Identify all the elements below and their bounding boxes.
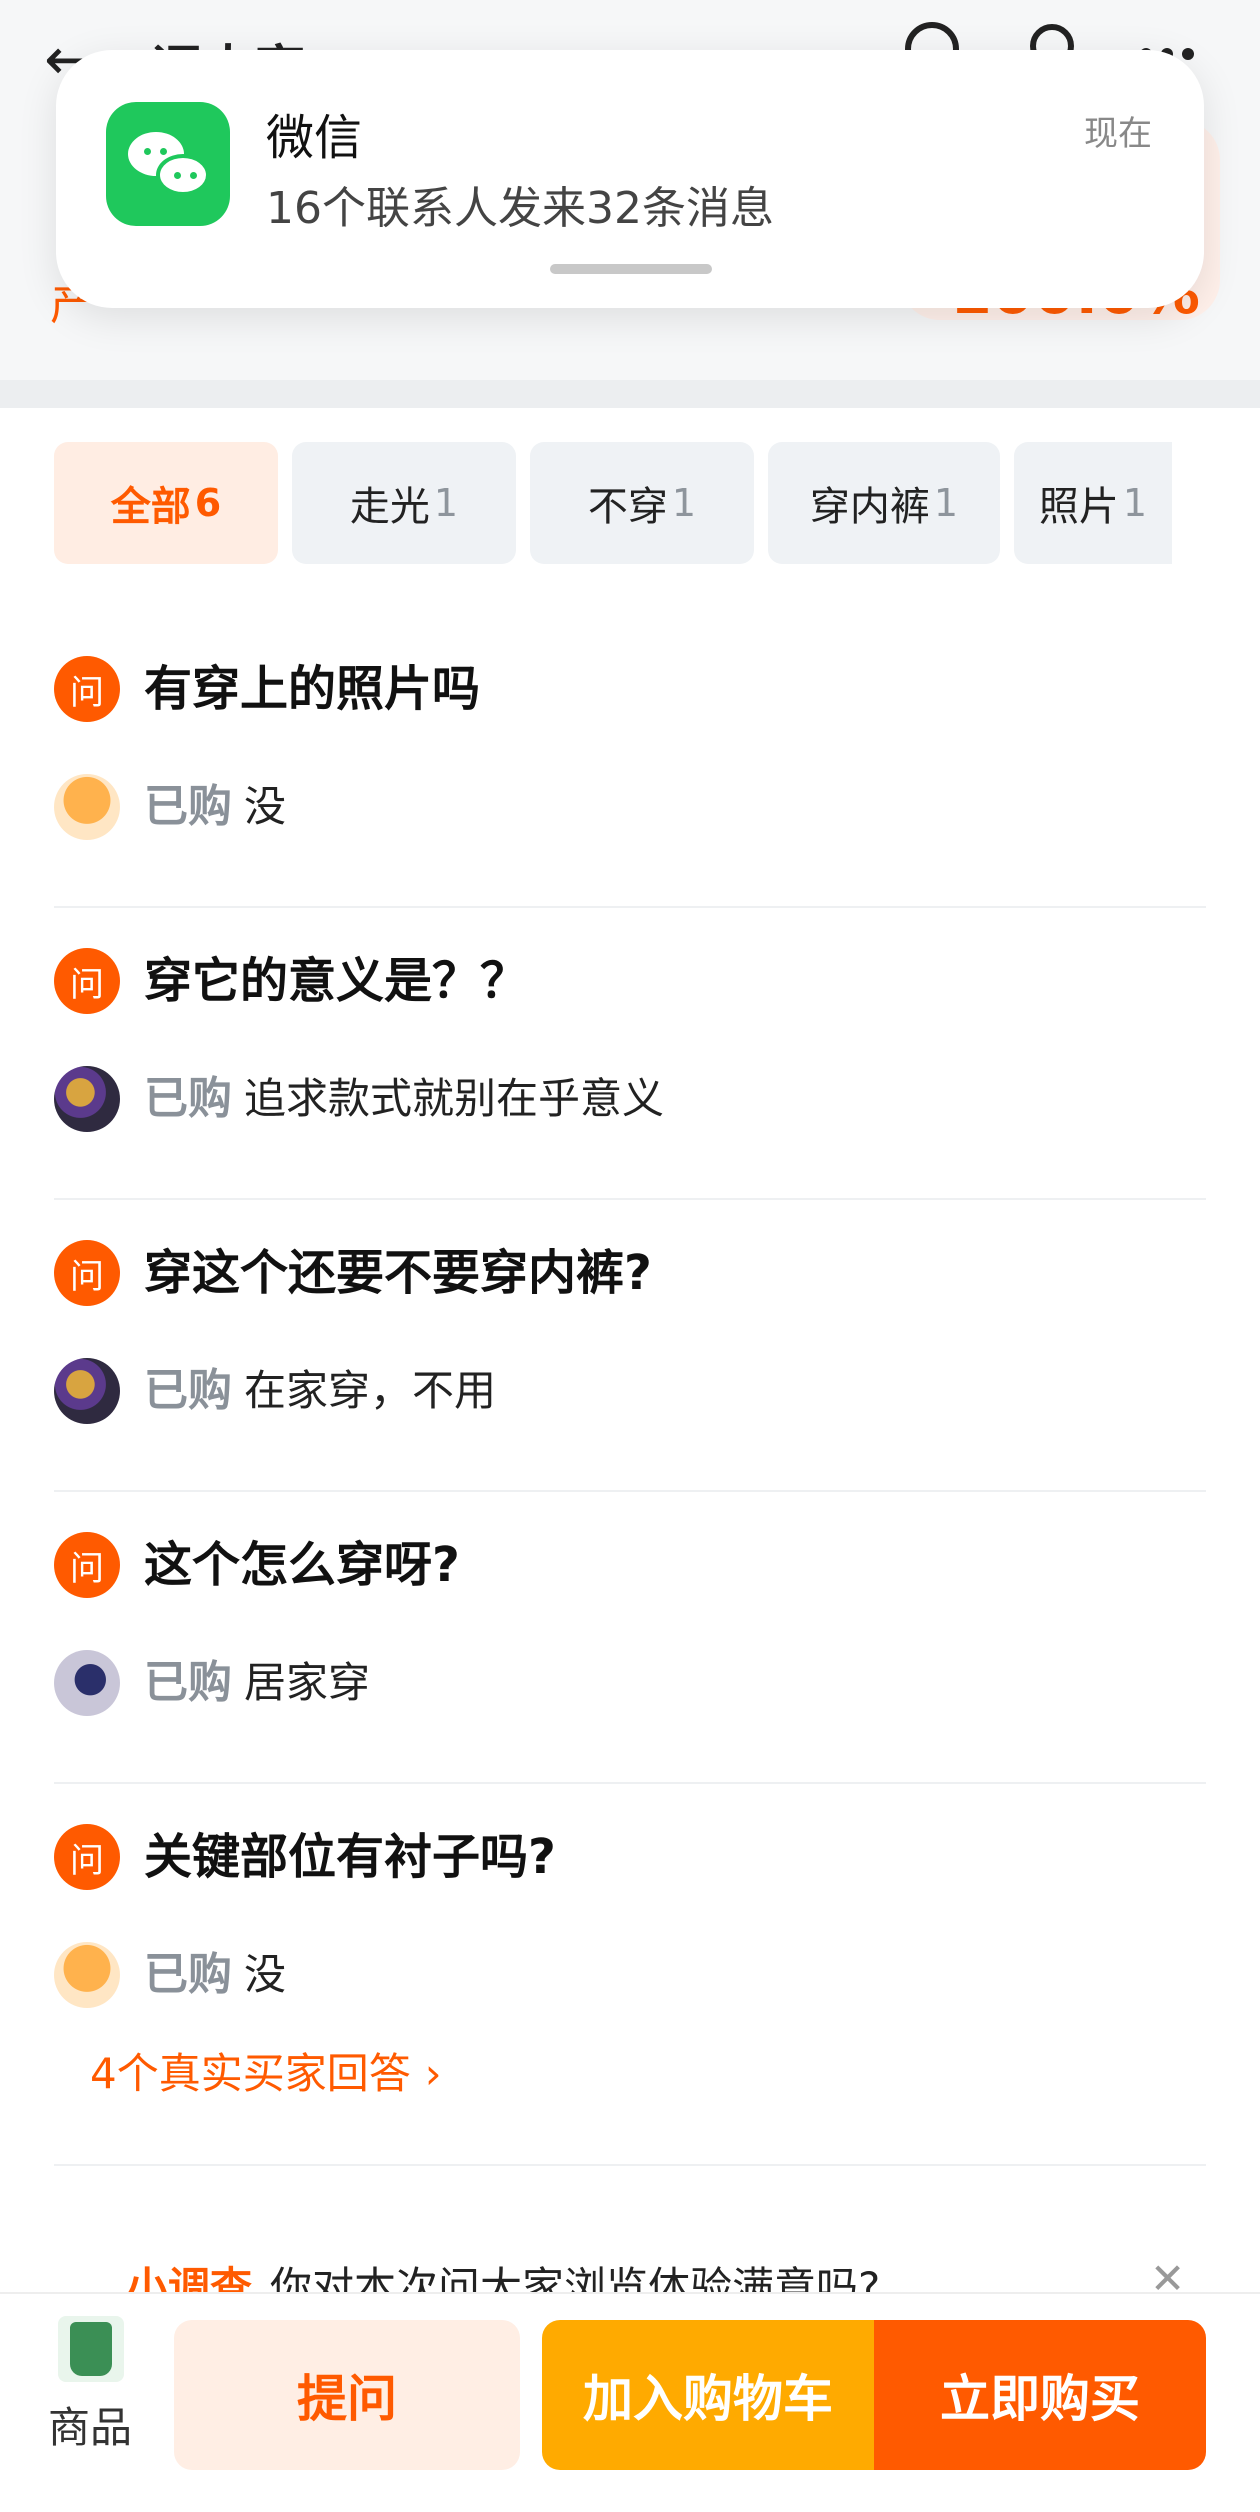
tab-count: 1 — [433, 481, 459, 525]
qa-item[interactable]: 问 关键部位有衬子吗? 已购 没 — [54, 1784, 1206, 2076]
qa-list: 问 有穿上的照片吗 已购 没 问 穿它的意义是？？ 已购 追求款式就别在乎意义 … — [54, 616, 1206, 2076]
more-answers-label: 4个真实买家回答 — [90, 2049, 411, 2098]
purchased-tag: 已购 — [144, 781, 232, 832]
question-text: 穿这个还要不要穿内裤? — [144, 1245, 652, 1301]
qa-item[interactable]: 问 穿它的意义是？？ 已购 追求款式就别在乎意义 — [54, 908, 1206, 1200]
add-to-cart-button[interactable]: 加入购物车 — [542, 2320, 874, 2470]
answer-text: 没 — [244, 1950, 287, 1999]
tab-label: 穿内裤 — [809, 484, 930, 530]
purchased-tag: 已购 — [144, 1073, 232, 1124]
tab-neiku[interactable]: 穿内裤 1 — [768, 442, 1000, 564]
wechat-notification[interactable]: 微信 16个联系人发来32条消息 现在 — [56, 50, 1204, 308]
purchased-tag: 已购 — [144, 1365, 232, 1416]
more-answers-link[interactable]: 4个真实买家回答 › — [90, 2040, 442, 2101]
tab-label: 走光 — [349, 484, 430, 530]
chevron-right-icon: › — [424, 2049, 442, 2098]
qa-item[interactable]: 问 穿这个还要不要穿内裤? 已购 在家穿，不用 — [54, 1200, 1206, 1492]
question-badge: 问 — [54, 1240, 120, 1306]
answer-text: 没 — [244, 782, 287, 831]
avatar — [54, 1358, 120, 1424]
question-badge: 问 — [54, 1824, 120, 1890]
bottom-action-bar: 商品 提问 加入购物车 立即购买 — [0, 2292, 1260, 2512]
question-badge: 问 — [54, 1532, 120, 1598]
avatar — [54, 774, 120, 840]
qa-item[interactable]: 问 有穿上的照片吗 已购 没 — [54, 616, 1206, 908]
notification-app-name: 微信 — [266, 110, 363, 166]
purchased-tag: 已购 — [144, 1949, 232, 2000]
question-text: 有穿上的照片吗 — [144, 661, 481, 717]
ask-question-button[interactable]: 提问 — [174, 2320, 520, 2470]
answer-text: 在家穿，不用 — [244, 1366, 497, 1415]
notification-handle[interactable] — [550, 264, 712, 274]
divider — [54, 2164, 1206, 2166]
tab-label: 不穿 — [587, 484, 668, 530]
question-text: 关键部位有衬子吗? — [144, 1829, 556, 1885]
section-divider — [0, 380, 1260, 408]
question-badge: 问 — [54, 948, 120, 1014]
answer-text: 居家穿 — [244, 1658, 371, 1707]
purchased-tag: 已购 — [144, 1657, 232, 1708]
tab-label: 全部 — [110, 484, 191, 530]
tab-zhaopian[interactable]: 照片 1 — [1014, 442, 1172, 564]
tab-buchuan[interactable]: 不穿 1 — [530, 442, 754, 564]
avatar — [54, 1650, 120, 1716]
goods-label[interactable]: 商品 — [48, 2394, 132, 2455]
tab-count: 1 — [671, 481, 697, 525]
avatar — [54, 1942, 120, 2008]
notification-time: 现在 — [1084, 114, 1152, 154]
tab-all[interactable]: 全部 6 — [54, 442, 278, 564]
question-text: 这个怎么穿呀? — [144, 1537, 460, 1593]
filter-tabs: 全部 6 走光 1 不穿 1 穿内裤 1 照片 1 — [54, 442, 1172, 564]
tab-count: 1 — [1122, 481, 1148, 525]
notification-message: 16个联系人发来32条消息 — [266, 183, 774, 234]
tab-count: 1 — [933, 481, 959, 525]
tab-count: 6 — [194, 481, 222, 525]
buy-now-button[interactable]: 立即购买 — [874, 2320, 1206, 2470]
answer-text: 追求款式就别在乎意义 — [244, 1074, 665, 1123]
avatar — [54, 1066, 120, 1132]
qa-item[interactable]: 问 这个怎么穿呀? 已购 居家穿 — [54, 1492, 1206, 1784]
question-badge: 问 — [54, 656, 120, 722]
goods-thumbnail[interactable] — [58, 2316, 124, 2382]
question-text: 穿它的意义是？？ — [144, 953, 529, 1009]
tab-zouguang[interactable]: 走光 1 — [292, 442, 516, 564]
tab-label: 照片 — [1038, 484, 1119, 530]
wechat-icon — [106, 102, 230, 226]
